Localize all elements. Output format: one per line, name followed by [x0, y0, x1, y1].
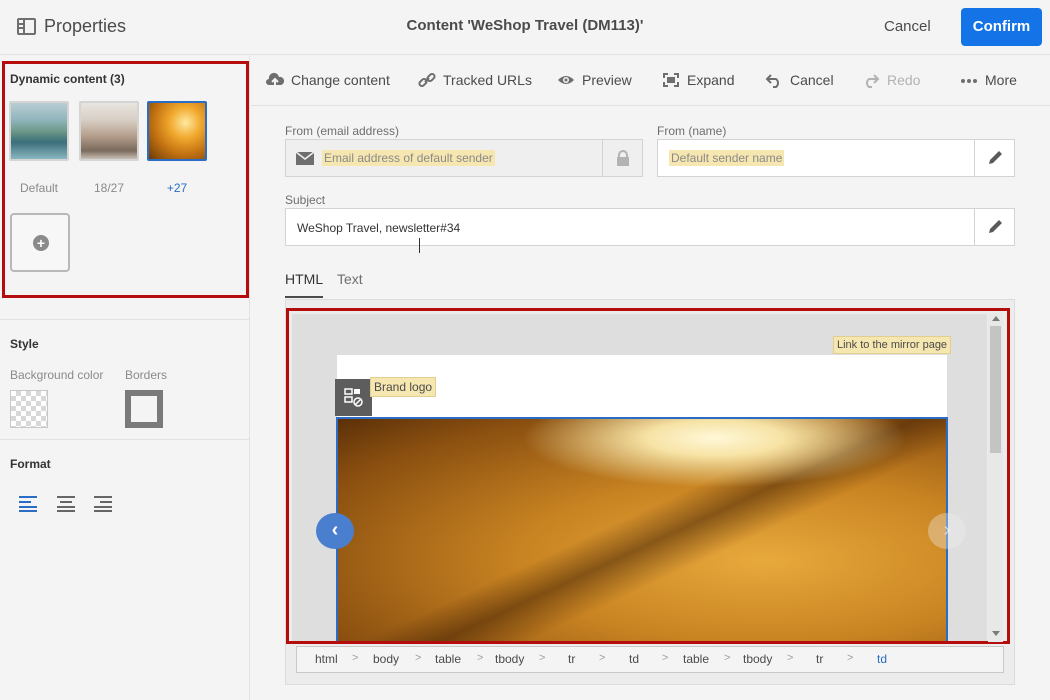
edit-subject-button[interactable]: [974, 209, 1014, 245]
chevron-right-icon: >: [352, 652, 359, 664]
editor-toolbar: Change content Tracked URLs Preview Expa…: [251, 56, 1050, 106]
breadcrumb-item-current[interactable]: td: [877, 652, 887, 666]
breadcrumb-item[interactable]: tr: [816, 652, 823, 666]
chevron-right-icon: >: [599, 652, 606, 664]
edit-from-name-button[interactable]: [974, 140, 1014, 176]
scrollbar-thumb[interactable]: [990, 326, 1001, 453]
scroll-up-arrow-icon[interactable]: [992, 316, 1000, 321]
borders-swatch[interactable]: [125, 390, 163, 428]
borders-label: Borders: [125, 368, 168, 382]
more-label: More: [985, 72, 1017, 88]
eye-icon: [558, 76, 574, 84]
lock-button: [602, 140, 642, 176]
link-icon: [418, 72, 436, 88]
background-color-swatch[interactable]: [10, 390, 48, 428]
align-left-icon[interactable]: [19, 496, 39, 512]
from-name-label: From (name): [657, 124, 727, 138]
tab-html[interactable]: HTML: [285, 271, 324, 298]
from-email-placeholder: Email address of default sender: [322, 150, 495, 166]
from-name-field[interactable]: Default sender name: [657, 139, 1015, 177]
subject-label: Subject: [285, 193, 326, 207]
undo-icon: [765, 74, 779, 88]
expand-label: Expand: [687, 72, 735, 88]
dynamic-content-title: Dynamic content (3): [10, 72, 125, 86]
expand-icon: [663, 73, 679, 87]
chevron-right-icon: >: [787, 652, 794, 664]
top-bar: Properties Content 'WeShop Travel (DM113…: [0, 0, 1050, 55]
scroll-down-arrow-icon[interactable]: [992, 631, 1000, 636]
breadcrumb-item[interactable]: table: [683, 652, 709, 666]
more-button[interactable]: More: [960, 72, 1017, 88]
dynamic-content-thumb-default[interactable]: [9, 101, 69, 161]
plus-circle-icon: +: [33, 235, 49, 251]
cloud-upload-icon: [266, 72, 284, 87]
thumb-label[interactable]: +27: [147, 181, 207, 195]
chevron-right-icon: >: [477, 652, 484, 664]
tab-text[interactable]: Text: [337, 271, 363, 287]
preview-label: Preview: [582, 72, 632, 88]
confirm-button[interactable]: Confirm: [961, 8, 1042, 46]
chevron-right-icon: >: [539, 652, 546, 664]
text-cursor-icon: [419, 238, 422, 253]
thumb-label: Default: [19, 181, 59, 195]
undo-cancel-button[interactable]: Cancel: [765, 72, 834, 88]
chevron-right-icon: >: [847, 652, 854, 664]
change-content-button[interactable]: Change content: [266, 72, 390, 88]
expand-button[interactable]: Expand: [662, 72, 734, 88]
preview-button[interactable]: Preview: [557, 72, 632, 88]
chevron-right-icon: >: [662, 652, 669, 664]
dynamic-content-thumb-3[interactable]: [147, 101, 207, 161]
pencil-icon: [989, 220, 1002, 233]
breadcrumb-item[interactable]: tbody: [743, 652, 772, 666]
style-section-title: Style: [10, 337, 39, 351]
chevron-right-icon: >: [724, 652, 731, 664]
lock-icon: [617, 150, 629, 166]
add-dynamic-content-button[interactable]: +: [10, 213, 70, 272]
redo-label: Redo: [887, 72, 921, 88]
envelope-icon: [296, 152, 314, 165]
dynamic-content-thumb-2[interactable]: [79, 101, 139, 161]
properties-panel: Dynamic content (3) Default 18/27 +27 + …: [0, 56, 250, 700]
from-email-label: From (email address): [285, 124, 400, 138]
divider: [0, 319, 249, 320]
breadcrumb-item[interactable]: html: [315, 652, 338, 666]
breadcrumb-item[interactable]: td: [629, 652, 639, 666]
undo-cancel-label: Cancel: [790, 72, 834, 88]
thumb-label: 18/27: [93, 181, 125, 195]
divider: [0, 439, 249, 440]
redo-icon: [866, 74, 880, 88]
cancel-button[interactable]: Cancel: [884, 18, 931, 35]
format-section-title: Format: [10, 457, 51, 471]
subject-value[interactable]: WeShop Travel, newsletter#34: [297, 221, 460, 235]
redo-button[interactable]: Redo: [862, 72, 920, 88]
breadcrumb-item[interactable]: table: [435, 652, 461, 666]
from-email-field: Email address of default sender: [285, 139, 643, 177]
breadcrumb-item[interactable]: body: [373, 652, 399, 666]
change-content-label: Change content: [291, 72, 390, 88]
breadcrumb: html > body > table > tbody > tr > td > …: [296, 646, 1004, 673]
tracked-urls-button[interactable]: Tracked URLs: [418, 72, 532, 88]
chevron-right-icon: >: [415, 652, 422, 664]
subject-field[interactable]: WeShop Travel, newsletter#34: [285, 208, 1015, 246]
editor-highlight: [286, 308, 1010, 644]
more-dots-icon: [961, 79, 977, 83]
background-color-label: Background color: [10, 368, 104, 382]
tracked-urls-label: Tracked URLs: [443, 72, 532, 88]
align-right-icon[interactable]: [94, 496, 114, 512]
from-name-placeholder: Default sender name: [669, 150, 785, 166]
breadcrumb-item[interactable]: tbody: [495, 652, 524, 666]
breadcrumb-item[interactable]: tr: [568, 652, 575, 666]
align-center-icon[interactable]: [57, 496, 77, 512]
pencil-icon: [989, 151, 1002, 164]
editor-scrollbar[interactable]: [988, 313, 1003, 642]
